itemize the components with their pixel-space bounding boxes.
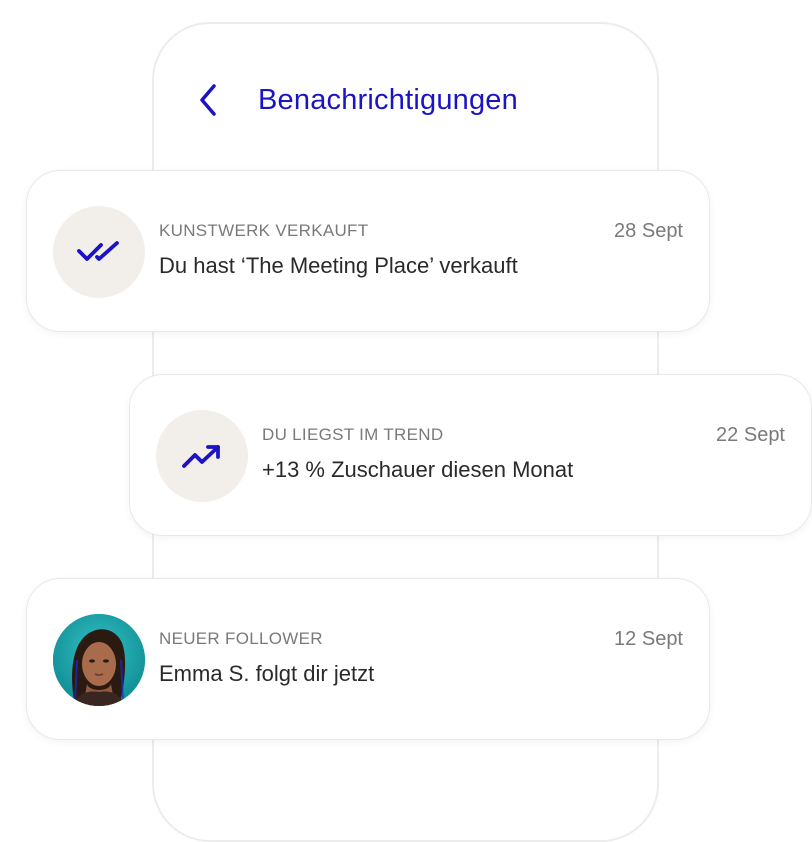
notification-card-sold[interactable]: KUNSTWERK VERKAUFT 28 Sept Du hast ‘The …	[26, 170, 710, 332]
icon-badge	[53, 206, 145, 298]
notification-date: 22 Sept	[716, 424, 785, 446]
notification-message: Du hast ‘The Meeting Place’ verkauft	[159, 253, 518, 278]
notification-card-trend[interactable]: DU LIEGST IM TREND 22 Sept +13 % Zuschau…	[129, 374, 812, 536]
chevron-left-icon	[200, 84, 216, 116]
notification-message: +13 % Zuschauer diesen Monat	[262, 457, 574, 482]
trending-up-icon	[182, 445, 220, 468]
notification-category: DU LIEGST IM TREND	[262, 425, 444, 444]
header: Benachrichtigungen	[190, 78, 518, 122]
double-check-icon	[77, 241, 119, 261]
avatar	[53, 614, 145, 706]
notification-category: KUNSTWERK VERKAUFT	[159, 221, 369, 240]
icon-badge	[156, 410, 248, 502]
page-title: Benachrichtigungen	[258, 83, 518, 116]
notification-category: NEUER FOLLOWER	[159, 629, 323, 648]
avatar-portrait	[53, 614, 145, 706]
notification-date: 28 Sept	[614, 220, 683, 242]
notification-message: Emma S. folgt dir jetzt	[159, 661, 375, 686]
notification-card-follower[interactable]: NEUER FOLLOWER 12 Sept Emma S. folgt dir…	[26, 578, 710, 740]
back-button[interactable]	[190, 78, 226, 122]
notification-date: 12 Sept	[614, 628, 683, 650]
